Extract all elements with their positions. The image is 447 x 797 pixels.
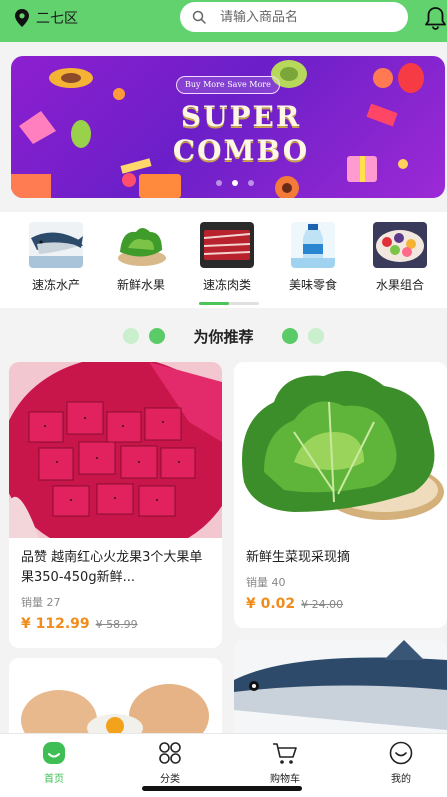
tab-category[interactable]: 分类 (130, 740, 210, 785)
product-sales: 销量 27 (21, 596, 61, 609)
decor-dot (149, 328, 166, 344)
banner-title: SUPER COMBO (151, 100, 331, 168)
category-scroll-indicator (199, 302, 259, 305)
product-card[interactable]: 品赞 越南红心火龙果3个大果单果350-450g新鲜... 销量 27 ¥ 11… (9, 362, 222, 648)
product-title: 新鲜生菜现采现摘 (246, 550, 351, 565)
tab-label: 购物车 (270, 774, 300, 785)
search-input[interactable] (220, 9, 400, 25)
banner-pagination (216, 180, 254, 186)
location-label: 二七区 (36, 11, 78, 27)
meat-image (200, 222, 254, 268)
bell-icon[interactable] (424, 6, 447, 30)
fish-image (234, 640, 447, 740)
tab-home[interactable]: 首页 (14, 740, 94, 785)
location-pin-icon (15, 9, 29, 27)
category-fruit-combo[interactable]: 水果组合 (360, 222, 440, 293)
promo-banner[interactable]: Buy More Save More SUPER COMBO (11, 56, 445, 198)
top-header: 二七区 (0, 0, 447, 42)
profile-icon (389, 741, 413, 765)
banner-title-line1: SUPER (180, 100, 302, 133)
price-row: ¥ 112.99 ¥ 58.99 (9, 616, 222, 632)
home-indicator (142, 786, 302, 791)
category-row: 速冻水产 新鲜水果 速冻肉类 美味零食 水果组合 (0, 212, 447, 308)
tab-profile[interactable]: 我的 (361, 740, 441, 785)
price-row: ¥ 0.02 ¥ 24.00 (234, 596, 447, 612)
product-card[interactable] (234, 640, 447, 740)
category-frozen-seafood[interactable]: 速冻水产 (16, 222, 96, 293)
product-old-price: ¥ 24.00 (301, 598, 344, 611)
lettuce-image (114, 222, 168, 268)
fish-image (29, 222, 83, 268)
lettuce-image (234, 362, 447, 536)
tab-label: 分类 (160, 774, 180, 785)
category-label: 速冻肉类 (202, 278, 251, 292)
recommend-header: 为你推荐 (0, 322, 447, 350)
decor-dot (281, 328, 298, 344)
category-label: 新鲜水果 (116, 278, 165, 292)
category-fresh-fruit[interactable]: 新鲜水果 (101, 222, 181, 293)
tab-label: 我的 (391, 774, 411, 785)
banner-dot-active[interactable] (232, 180, 238, 186)
product-sales: 销量 40 (246, 576, 286, 589)
product-card[interactable]: 新鲜生菜现采现摘 销量 40 ¥ 0.02 ¥ 24.00 (234, 362, 447, 628)
banner-dot[interactable] (216, 180, 222, 186)
category-label: 水果组合 (375, 278, 424, 292)
category-icon (159, 742, 181, 764)
tab-label: 首页 (44, 774, 64, 785)
category-frozen-meat[interactable]: 速冻肉类 (187, 222, 267, 293)
category-snacks[interactable]: 美味零食 (273, 222, 353, 293)
section-title: 为你推荐 (193, 327, 254, 346)
product-old-price: ¥ 58.99 (95, 618, 138, 631)
search-icon (192, 10, 206, 24)
banner-tagline: Buy More Save More (176, 76, 280, 94)
decor-dot (307, 328, 324, 344)
category-label: 美味零食 (288, 278, 337, 292)
cart-icon (273, 743, 297, 764)
location-selector[interactable]: 二七区 (14, 8, 78, 28)
water-bottle-image (291, 222, 335, 268)
dragon-fruit-image (9, 362, 222, 557)
banner-title-line2: COMBO (172, 134, 310, 167)
search-bar[interactable] (180, 2, 408, 32)
fruit-combo-image (373, 222, 427, 268)
product-title: 品赞 越南红心火龙果3个大果单果350-450g新鲜... (21, 550, 203, 585)
product-price: ¥ 112.99 (21, 616, 90, 632)
tab-cart[interactable]: 购物车 (245, 740, 325, 785)
banner-dot[interactable] (248, 180, 254, 186)
decor-dot (123, 328, 140, 344)
category-label: 速冻水产 (31, 278, 80, 292)
product-price: ¥ 0.02 (246, 596, 296, 612)
home-icon (43, 742, 65, 764)
